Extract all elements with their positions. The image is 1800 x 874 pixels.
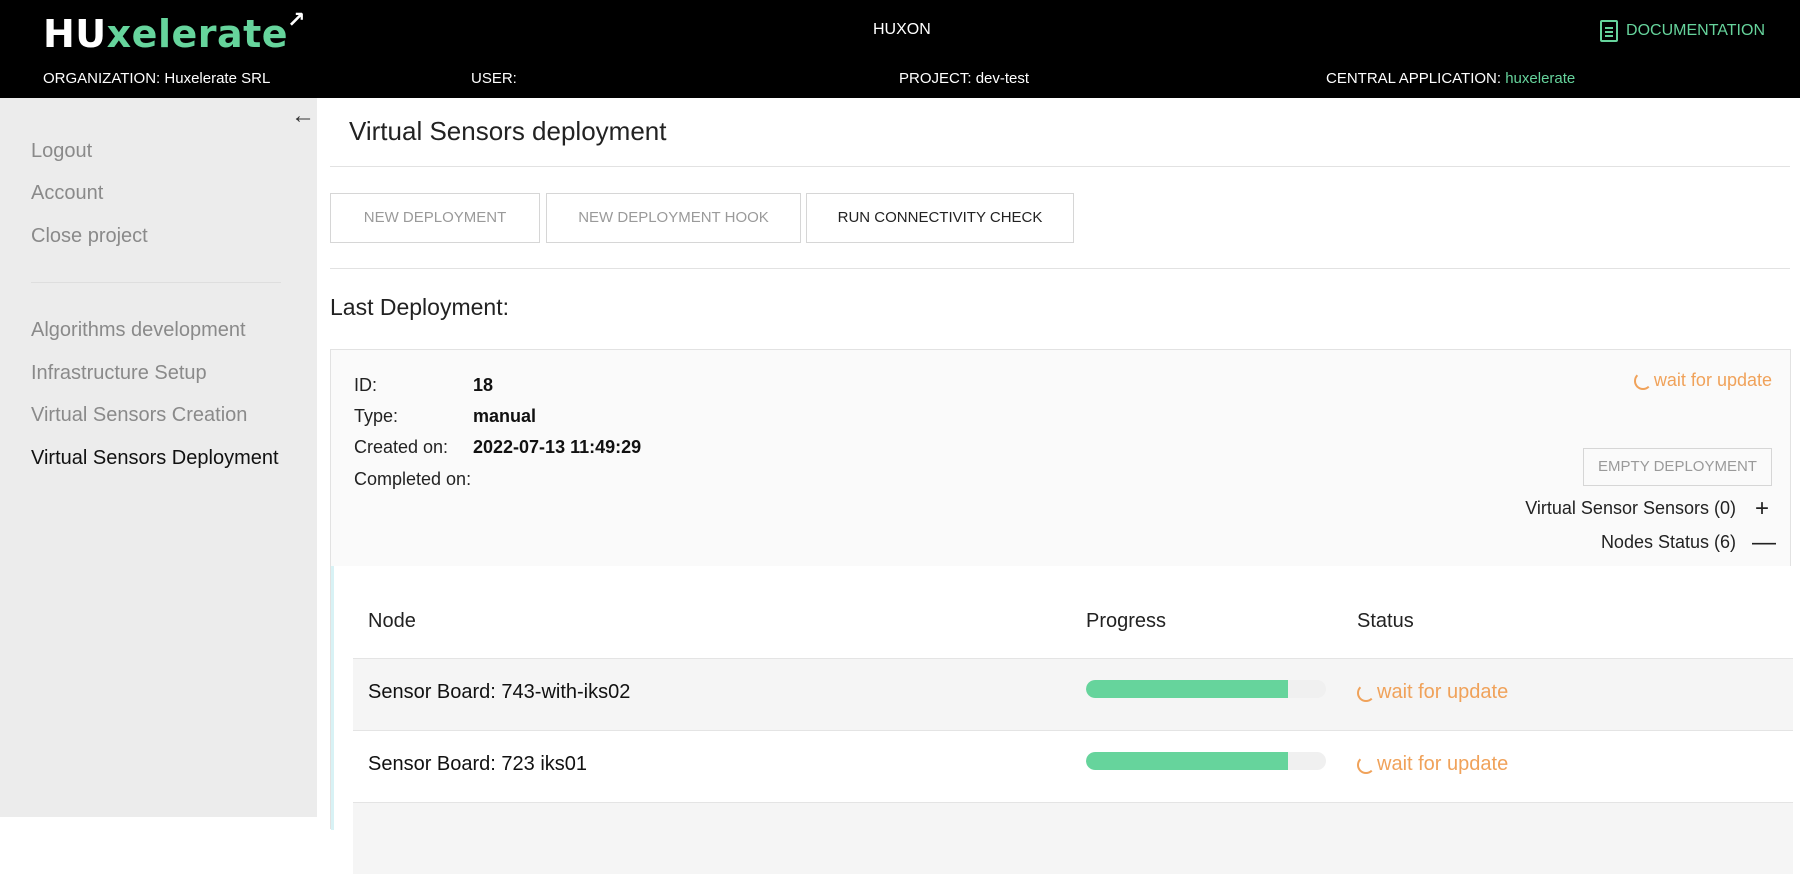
nodes-table: Node Progress Status Sensor Board: 743-w… xyxy=(331,566,1793,874)
type-label: Type: xyxy=(354,406,399,426)
sidebar-divider xyxy=(31,282,281,283)
project-label: PROJECT: xyxy=(899,70,972,87)
huxelerate-logo[interactable]: HUxelerate ↗ xyxy=(43,8,306,56)
user-label: USER: xyxy=(471,70,517,87)
progress-fill xyxy=(1086,752,1288,770)
column-header-progress: Progress xyxy=(1086,610,1167,632)
top-header: HUxelerate ↗ HUXON DOCUMENTATION ORGANIZ… xyxy=(0,0,1800,98)
sidebar-item-virtual-sensors-creation[interactable]: Virtual Sensors Creation xyxy=(31,404,247,427)
node-status: wait for update xyxy=(1357,681,1508,704)
expand-plus-icon: + xyxy=(1754,494,1769,522)
logo-rest-text: xelerate xyxy=(106,12,289,56)
column-header-status: Status xyxy=(1357,610,1414,632)
external-arrow-icon: ↗ xyxy=(287,8,307,33)
project-info: PROJECT: dev-test xyxy=(899,70,1029,87)
created-label: Created on: xyxy=(354,437,449,457)
virtual-sensors-toggle-label: Virtual Sensor Sensors (0) xyxy=(1525,498,1736,518)
completed-label: Completed on: xyxy=(354,469,472,489)
sidebar-item-algorithms-development[interactable]: Algorithms development xyxy=(31,319,246,342)
sidebar-item-account[interactable]: Account xyxy=(31,182,103,205)
id-label: ID: xyxy=(354,375,378,395)
sidebar: ← Logout Account Close project Algorithm… xyxy=(0,98,317,817)
deployment-status: wait for update xyxy=(1633,370,1772,391)
documentation-link[interactable]: DOCUMENTATION xyxy=(1600,20,1765,42)
project-value: dev-test xyxy=(975,70,1030,87)
type-value: manual xyxy=(473,406,537,426)
node-status-text: wait for update xyxy=(1377,753,1509,775)
nodes-status-toggle[interactable]: Nodes Status (6) — xyxy=(1600,528,1776,556)
deployment-panel: ID: 18 Type: manual Created on: 2022-07-… xyxy=(330,349,1793,874)
sidebar-item-virtual-sensors-deployment[interactable]: Virtual Sensors Deployment xyxy=(31,447,279,470)
nodes-status-toggle-label: Nodes Status (6) xyxy=(1600,532,1736,552)
documentation-label: DOCUMENTATION xyxy=(1626,22,1765,39)
central-application-info: CENTRAL APPLICATION: huxelerate xyxy=(1326,70,1575,87)
spinner-icon xyxy=(1357,683,1375,702)
node-status-text: wait for update xyxy=(1377,681,1509,703)
collapse-sidebar-icon[interactable]: ← xyxy=(291,102,315,130)
organization-label: ORGANIZATION: xyxy=(43,70,161,87)
progress-bar xyxy=(1086,680,1326,698)
created-value: 2022-07-13 11:49:29 xyxy=(473,437,642,457)
table-row[interactable]: Sensor Board: 723 iks01 wait for update xyxy=(353,730,1793,802)
organization-value: Huxelerate SRL xyxy=(164,70,271,87)
main-content: Virtual Sensors deployment NEW DEPLOYMEN… xyxy=(317,98,1800,874)
progress-bar xyxy=(1086,752,1326,770)
empty-deployment-button[interactable]: EMPTY DEPLOYMENT xyxy=(1583,448,1772,486)
sidebar-item-close-project[interactable]: Close project xyxy=(31,225,148,248)
page-title: Virtual Sensors deployment xyxy=(349,116,667,146)
node-name: Sensor Board: 723 iks01 xyxy=(368,753,588,775)
run-connectivity-check-button[interactable]: RUN CONNECTIVITY CHECK xyxy=(806,193,1074,243)
sidebar-item-logout[interactable]: Logout xyxy=(31,140,92,163)
node-status: wait for update xyxy=(1357,753,1508,776)
new-deployment-button[interactable]: NEW DEPLOYMENT xyxy=(330,193,540,243)
progress-fill xyxy=(1086,680,1288,698)
deployment-status-text: wait for update xyxy=(1653,370,1772,390)
logo-hu-text: HU xyxy=(43,12,107,56)
table-row[interactable]: Sensor Board: 743-with-iks02 wait for up… xyxy=(353,658,1793,730)
id-value: 18 xyxy=(473,375,494,395)
collapse-minus-icon: — xyxy=(1752,528,1776,556)
new-deployment-hook-button[interactable]: NEW DEPLOYMENT HOOK xyxy=(546,193,801,243)
last-deployment-heading: Last Deployment: xyxy=(330,294,509,320)
document-icon xyxy=(1600,20,1619,42)
sidebar-item-infrastructure-setup[interactable]: Infrastructure Setup xyxy=(31,362,207,385)
title-divider xyxy=(330,166,1790,167)
spinner-icon xyxy=(1357,755,1375,774)
spinner-icon xyxy=(1633,371,1652,390)
buttons-divider xyxy=(330,268,1790,269)
central-value: huxelerate xyxy=(1505,70,1576,87)
column-header-node: Node xyxy=(368,610,416,632)
node-name: Sensor Board: 743-with-iks02 xyxy=(368,681,631,703)
app-name: HUXON xyxy=(873,21,931,38)
central-label: CENTRAL APPLICATION: xyxy=(1326,70,1502,87)
user-info: USER: xyxy=(471,70,517,87)
table-row[interactable] xyxy=(353,802,1793,874)
virtual-sensors-toggle[interactable]: Virtual Sensor Sensors (0) + xyxy=(1525,494,1772,522)
organization-info: ORGANIZATION: Huxelerate SRL xyxy=(43,70,270,87)
